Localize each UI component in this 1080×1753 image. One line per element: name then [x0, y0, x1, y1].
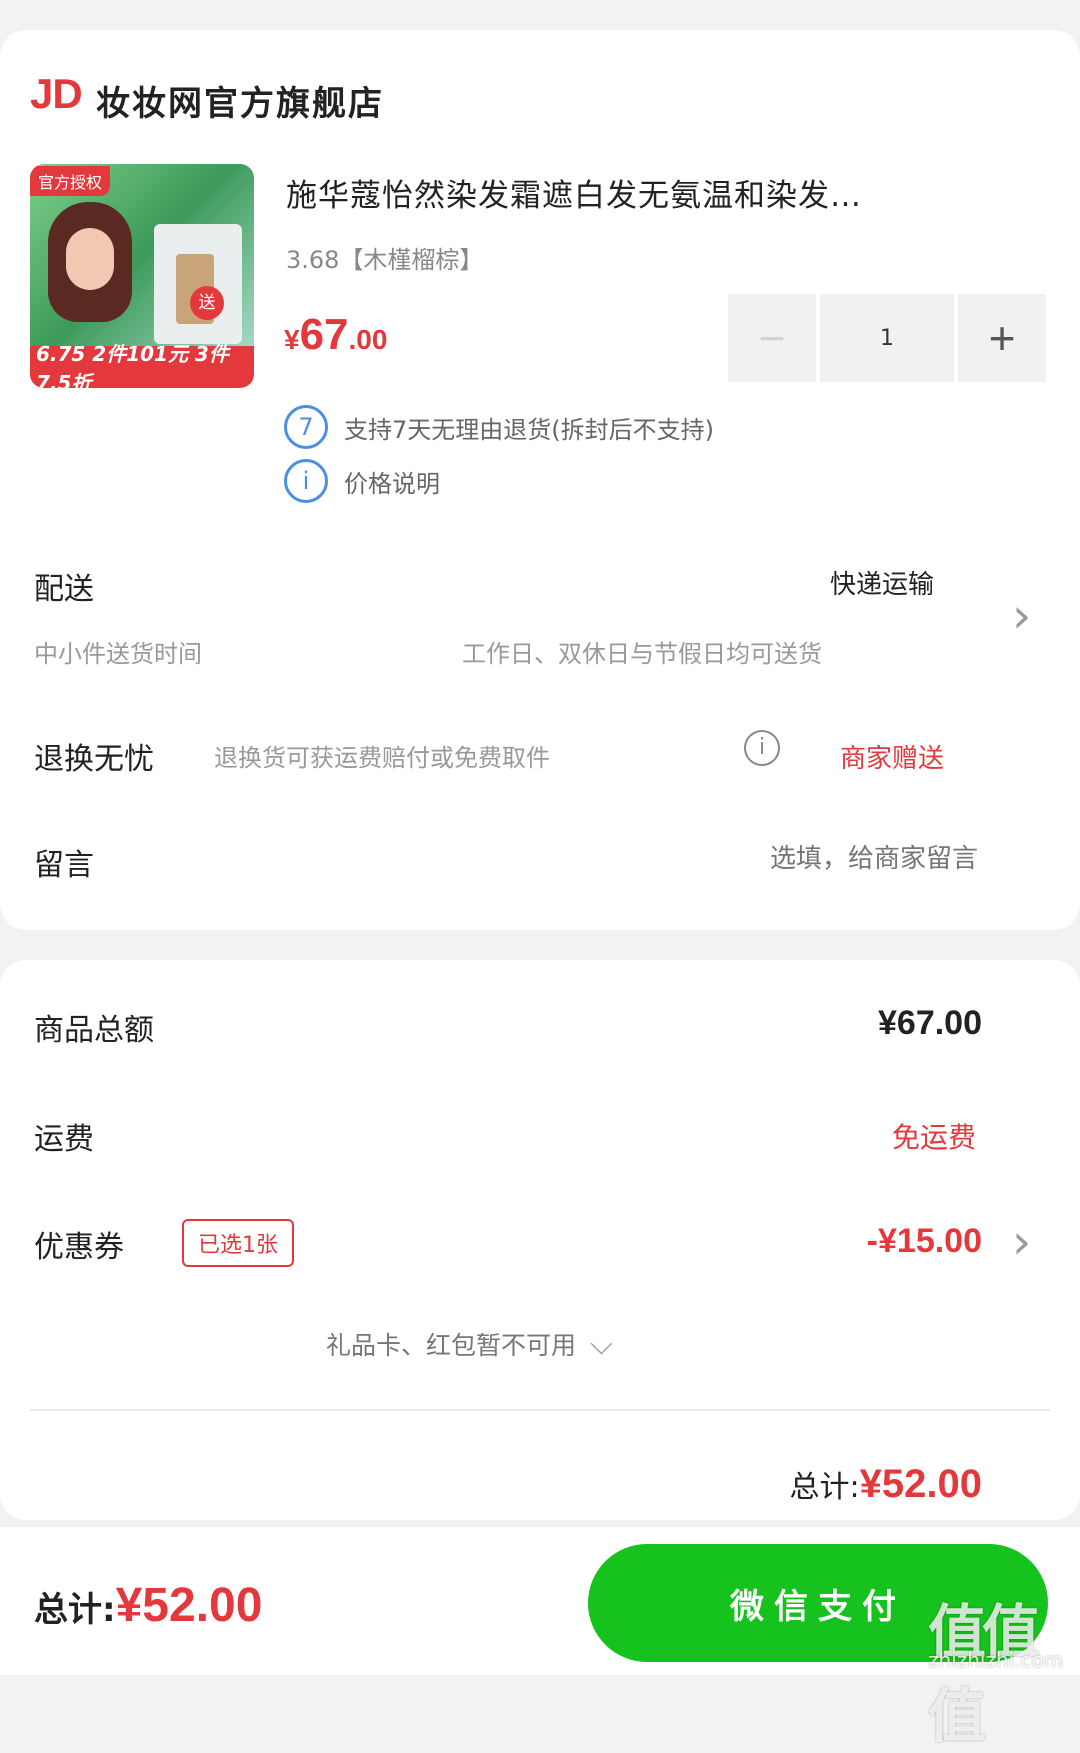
- shop-name[interactable]: 妆妆网官方旗舰店: [96, 76, 384, 125]
- authorized-tag: 官方授权: [30, 166, 111, 196]
- gift-tag: 送: [190, 286, 224, 320]
- service-return-row[interactable]: 7 支持7天无理由退货(拆封后不支持): [284, 405, 714, 449]
- watermark-url: zhizhizhi.com: [928, 1648, 1064, 1672]
- model-face-graphic: [48, 202, 132, 322]
- price-explanation-text: 价格说明: [344, 469, 440, 498]
- increase-button[interactable]: +: [958, 294, 1046, 382]
- summary-total-label: 总计:: [789, 1470, 860, 1505]
- bottom-total-label: 总计:: [34, 1590, 116, 1630]
- delivery-time-label: 中小件送货时间: [34, 640, 202, 668]
- coupon-value[interactable]: -¥15.00: [867, 1222, 982, 1261]
- price-integer: 67: [299, 310, 349, 359]
- summary-total: 总计: ¥52.00: [790, 1462, 982, 1507]
- shipping-label: 运费: [34, 1122, 94, 1157]
- coupon-selected-badge[interactable]: 已选1张: [182, 1219, 294, 1267]
- coupon-chevron-icon[interactable]: ›: [1012, 1214, 1031, 1270]
- service-price-row[interactable]: i 价格说明: [284, 459, 440, 503]
- bottom-total: 总计: ¥52.00: [34, 1578, 262, 1633]
- delivery-chevron-icon[interactable]: ›: [1012, 588, 1031, 644]
- bottom-total-value: ¥52.00: [115, 1579, 263, 1632]
- return-info-icon[interactable]: i: [744, 730, 780, 766]
- message-label: 留言: [34, 848, 94, 883]
- return-service-desc: 退换货可获运费赔付或免费取件: [214, 744, 550, 772]
- info-icon: i: [284, 459, 328, 503]
- quantity-input[interactable]: 1: [820, 294, 954, 382]
- quantity-stepper: − 1 +: [728, 294, 1046, 382]
- coupon-label: 优惠券: [34, 1230, 124, 1265]
- delivery-label: 配送: [34, 572, 94, 607]
- return-service-label: 退换无忧: [34, 742, 154, 777]
- decrease-button[interactable]: −: [728, 294, 816, 382]
- promo-banner: 6.75 2件101元 3件7.5折: [30, 342, 254, 388]
- shipping-value: 免运费: [891, 1121, 976, 1154]
- goods-total-value: ¥67.00: [878, 1004, 982, 1042]
- product-spec: 3.68【木槿榴棕】: [286, 246, 484, 274]
- message-input[interactable]: [620, 836, 980, 882]
- product-image[interactable]: 官方授权 送 6.75 2件101元 3件7.5折: [30, 164, 254, 388]
- price-decimal: .00: [348, 324, 388, 355]
- delivery-time-value: 工作日、双休日与节假日均可送货: [462, 640, 822, 668]
- price-currency: ¥: [284, 324, 300, 355]
- seven-day-return-icon: 7: [284, 405, 328, 449]
- chevron-down-icon: ⌵: [590, 1326, 613, 1362]
- jd-logo: JD: [30, 70, 83, 117]
- merchant-gift-badge: 商家赠送: [840, 744, 945, 774]
- giftcard-note: 礼品卡、红包暂不可用: [326, 1331, 577, 1360]
- summary-total-value: ¥52.00: [859, 1462, 982, 1506]
- giftcard-row[interactable]: 礼品卡、红包暂不可用 ⌵: [326, 1326, 613, 1362]
- product-price: ¥67.00: [284, 310, 387, 360]
- service-return-text: 支持7天无理由退货(拆封后不支持): [344, 415, 714, 444]
- goods-total-label: 商品总额: [34, 1013, 154, 1048]
- product-box-graphic: [154, 224, 242, 344]
- summary-divider: [30, 1409, 1050, 1411]
- product-title[interactable]: 施华蔻怡然染发霜遮白发无氨温和染发…: [286, 170, 1046, 215]
- delivery-method[interactable]: 快递运输: [830, 564, 934, 601]
